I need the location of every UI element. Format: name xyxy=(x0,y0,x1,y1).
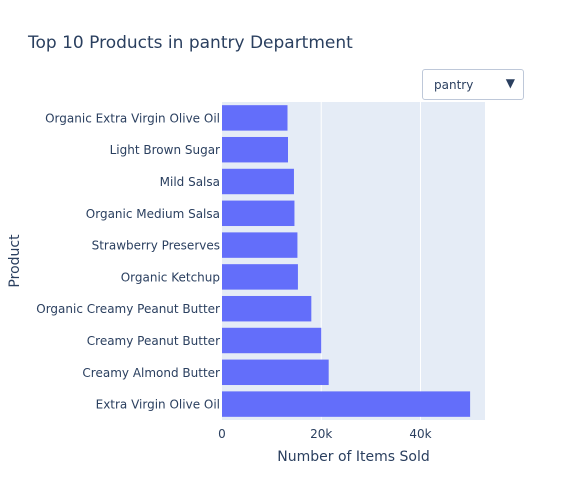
y-axis-label: Product xyxy=(7,234,23,288)
y-tick-label: Light Brown Sugar xyxy=(110,143,220,157)
x-tick-labels: 0 20k 40k xyxy=(218,427,431,441)
bar[interactable] xyxy=(222,136,288,163)
bar[interactable] xyxy=(222,295,312,322)
y-tick-label: Organic Medium Salsa xyxy=(86,207,220,221)
y-tick-label: Organic Creamy Peanut Butter xyxy=(36,302,220,316)
x-tick-label: 40k xyxy=(409,427,431,441)
x-tick-label: 20k xyxy=(310,427,332,441)
bar[interactable] xyxy=(222,264,298,290)
bar-chart: Organic Extra Virgin Olive Oil Light Brow… xyxy=(7,102,485,465)
y-tick-label: Organic Extra Virgin Olive Oil xyxy=(45,111,220,125)
x-tick-label: 0 xyxy=(218,427,226,441)
x-axis-label: Number of Items Sold xyxy=(277,449,429,465)
bar[interactable] xyxy=(222,232,298,258)
y-tick-label: Organic Ketchup xyxy=(121,270,220,284)
bar[interactable] xyxy=(222,391,471,417)
bar[interactable] xyxy=(222,327,322,354)
y-tick-labels: Organic Extra Virgin Olive Oil Light Brow… xyxy=(36,111,220,411)
bar[interactable] xyxy=(222,359,329,386)
y-tick-label: Creamy Peanut Butter xyxy=(87,334,220,348)
y-tick-label: Strawberry Preserves xyxy=(92,239,220,253)
bar[interactable] xyxy=(222,105,288,131)
y-tick-label: Mild Salsa xyxy=(160,175,220,189)
bar[interactable] xyxy=(222,168,294,195)
bar[interactable] xyxy=(222,200,295,227)
y-tick-label: Extra Virgin Olive Oil xyxy=(96,398,220,412)
y-tick-label: Creamy Almond Butter xyxy=(82,366,220,380)
